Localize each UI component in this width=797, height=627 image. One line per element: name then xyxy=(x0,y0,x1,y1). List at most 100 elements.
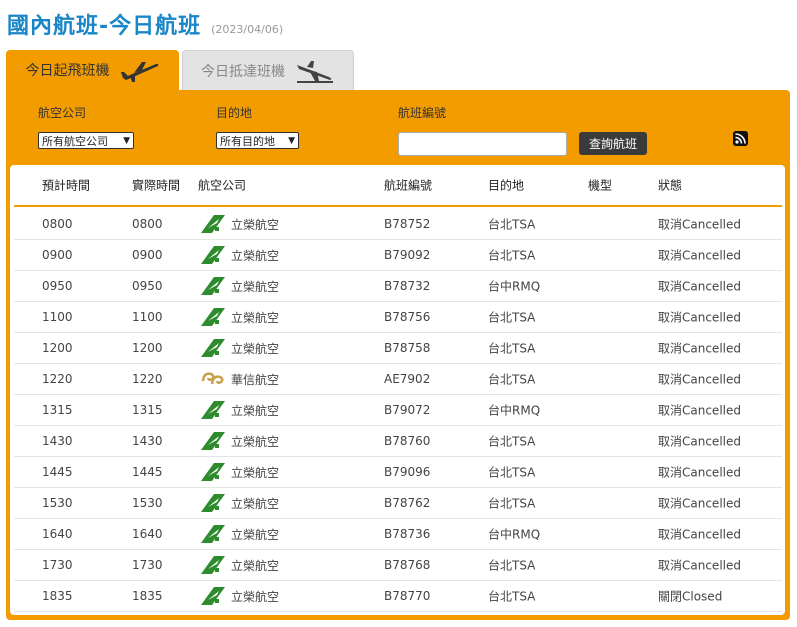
flight-number: B79096 xyxy=(384,465,431,479)
actual-time: 1835 xyxy=(132,589,163,603)
flight-status: 取消Cancelled xyxy=(658,434,741,449)
tab-bar: 今日起飛班機 今日抵達班機 xyxy=(6,50,354,90)
destination-select[interactable]: 所有目的地 ▼ xyxy=(216,132,299,149)
uni-air-logo-icon xyxy=(200,276,226,296)
destination: 台北TSA xyxy=(488,341,536,356)
destination: 台北TSA xyxy=(488,434,536,449)
actual-time: 1220 xyxy=(132,372,163,386)
flight-number: B78752 xyxy=(384,217,431,231)
scheduled-time: 1430 xyxy=(42,434,73,448)
uni-air-logo-icon xyxy=(200,462,226,482)
flight-number-input[interactable] xyxy=(398,132,567,156)
airline-cell: 立榮航空 xyxy=(200,338,279,358)
actual-time: 1730 xyxy=(132,558,163,572)
flight-number: B78760 xyxy=(384,434,431,448)
destination: 台北TSA xyxy=(488,248,536,263)
airline-cell: 立榮航空 xyxy=(200,493,279,513)
airline-name: 立榮航空 xyxy=(231,248,280,263)
airline-cell: 立榮航空 xyxy=(200,586,279,606)
destination: 台北TSA xyxy=(488,558,536,573)
flight-number: B78762 xyxy=(384,496,431,510)
airline-filter-label: 航空公司 xyxy=(38,106,87,120)
title-row: 國內航班-今日航班 (2023/04/06) xyxy=(7,8,283,40)
airline-cell: 立榮航空 xyxy=(200,524,279,544)
flight-number: B78732 xyxy=(384,279,431,293)
header-actual-time: 實際時間 xyxy=(132,178,181,193)
header-airline: 航空公司 xyxy=(198,178,247,193)
table-row: 1200 1200 立榮航空 B78758 台北TSA 取消Cancelled xyxy=(14,333,782,364)
destination: 台北TSA xyxy=(488,496,536,511)
destination-select-value: 所有目的地 xyxy=(220,134,275,148)
uni-air-logo-icon xyxy=(200,400,226,420)
flight-status: 取消Cancelled xyxy=(658,527,741,542)
airline-name: 立榮航空 xyxy=(231,496,280,511)
airline-name: 立榮航空 xyxy=(231,217,280,232)
destination: 台北TSA xyxy=(488,310,536,325)
airline-cell: 立榮航空 xyxy=(200,245,279,265)
uni-air-logo-icon xyxy=(200,586,226,606)
flight-status: 取消Cancelled xyxy=(658,403,741,418)
arrival-plane-icon xyxy=(297,60,333,83)
table-row: 0950 0950 立榮航空 B78732 台中RMQ 取消Cancelled xyxy=(14,271,782,302)
airline-cell: 立榮航空 xyxy=(200,307,279,327)
destination: 台中RMQ xyxy=(488,403,541,418)
header-status: 狀態 xyxy=(658,178,683,193)
flight-status: 取消Cancelled xyxy=(658,279,741,294)
uni-air-logo-icon xyxy=(200,214,226,234)
airline-name: 立榮航空 xyxy=(231,279,280,294)
table-row: 0900 0900 立榮航空 B79092 台北TSA 取消Cancelled xyxy=(14,240,782,271)
uni-air-logo-icon xyxy=(200,493,226,513)
airline-name: 立榮航空 xyxy=(231,310,280,325)
actual-time: 0800 xyxy=(132,217,163,231)
scheduled-time: 1100 xyxy=(42,310,73,324)
scheduled-time: 1200 xyxy=(42,341,73,355)
search-flight-button[interactable]: 查詢航班 xyxy=(579,132,647,155)
airline-name: 立榮航空 xyxy=(231,403,280,418)
scheduled-time: 1530 xyxy=(42,496,73,510)
table-row: 0800 0800 立榮航空 B78752 台北TSA 取消Cancelled xyxy=(14,209,782,240)
flight-status: 關閉Closed xyxy=(658,589,723,604)
airline-cell: 立榮航空 xyxy=(200,462,279,482)
airline-name: 立榮航空 xyxy=(231,589,280,604)
scheduled-time: 0900 xyxy=(42,248,73,262)
scheduled-time: 1835 xyxy=(42,589,73,603)
uni-air-logo-icon xyxy=(200,307,226,327)
airline-name: 華信航空 xyxy=(231,372,280,387)
destination-filter-label: 目的地 xyxy=(216,106,253,120)
airline-cell: 立榮航空 xyxy=(200,214,279,234)
rss-icon[interactable] xyxy=(733,131,748,146)
table-row: 1640 1640 立榮航空 B78736 台中RMQ 取消Cancelled xyxy=(14,519,782,550)
header-aircraft-type: 機型 xyxy=(588,178,613,193)
flight-status: 取消Cancelled xyxy=(658,341,741,356)
departure-plane-icon xyxy=(120,62,158,82)
flight-number: B78770 xyxy=(384,589,431,603)
destination: 台北TSA xyxy=(488,589,536,604)
flight-number-label: 航班編號 xyxy=(398,106,447,120)
flight-status: 取消Cancelled xyxy=(658,372,741,387)
page-date: (2023/04/06) xyxy=(211,23,284,36)
table-row: 1835 1835 立榮航空 B78770 台北TSA 關閉Closed xyxy=(14,581,782,612)
table-row: 1430 1430 立榮航空 B78760 台北TSA 取消Cancelled xyxy=(14,426,782,457)
scheduled-time: 1640 xyxy=(42,527,73,541)
header-scheduled-time: 預計時間 xyxy=(42,178,91,193)
uni-air-logo-icon xyxy=(200,555,226,575)
actual-time: 1445 xyxy=(132,465,163,479)
tab-arrivals[interactable]: 今日抵達班機 xyxy=(182,50,354,90)
flight-status: 取消Cancelled xyxy=(658,465,741,480)
flight-status: 取消Cancelled xyxy=(658,248,741,263)
airline-cell: 華信航空 xyxy=(200,369,279,389)
table-row: 1315 1315 立榮航空 B79072 台中RMQ 取消Cancelled xyxy=(14,395,782,426)
flight-number: B79092 xyxy=(384,248,431,262)
scheduled-time: 1445 xyxy=(42,465,73,479)
airline-cell: 立榮航空 xyxy=(200,555,279,575)
destination: 台中RMQ xyxy=(488,279,541,294)
destination: 台北TSA xyxy=(488,465,536,480)
flight-number: B79072 xyxy=(384,403,431,417)
airline-cell: 立榮航空 xyxy=(200,400,279,420)
airline-select[interactable]: 所有航空公司 ▼ xyxy=(38,132,134,149)
tab-departures[interactable]: 今日起飛班機 xyxy=(6,50,179,90)
scheduled-time: 0950 xyxy=(42,279,73,293)
flight-panel: 航空公司 目的地 航班編號 所有航空公司 ▼ 所有目的地 ▼ 查詢航班 預計時間… xyxy=(6,90,790,620)
airline-cell: 立榮航空 xyxy=(200,431,279,451)
flight-number: AE7902 xyxy=(384,372,431,386)
